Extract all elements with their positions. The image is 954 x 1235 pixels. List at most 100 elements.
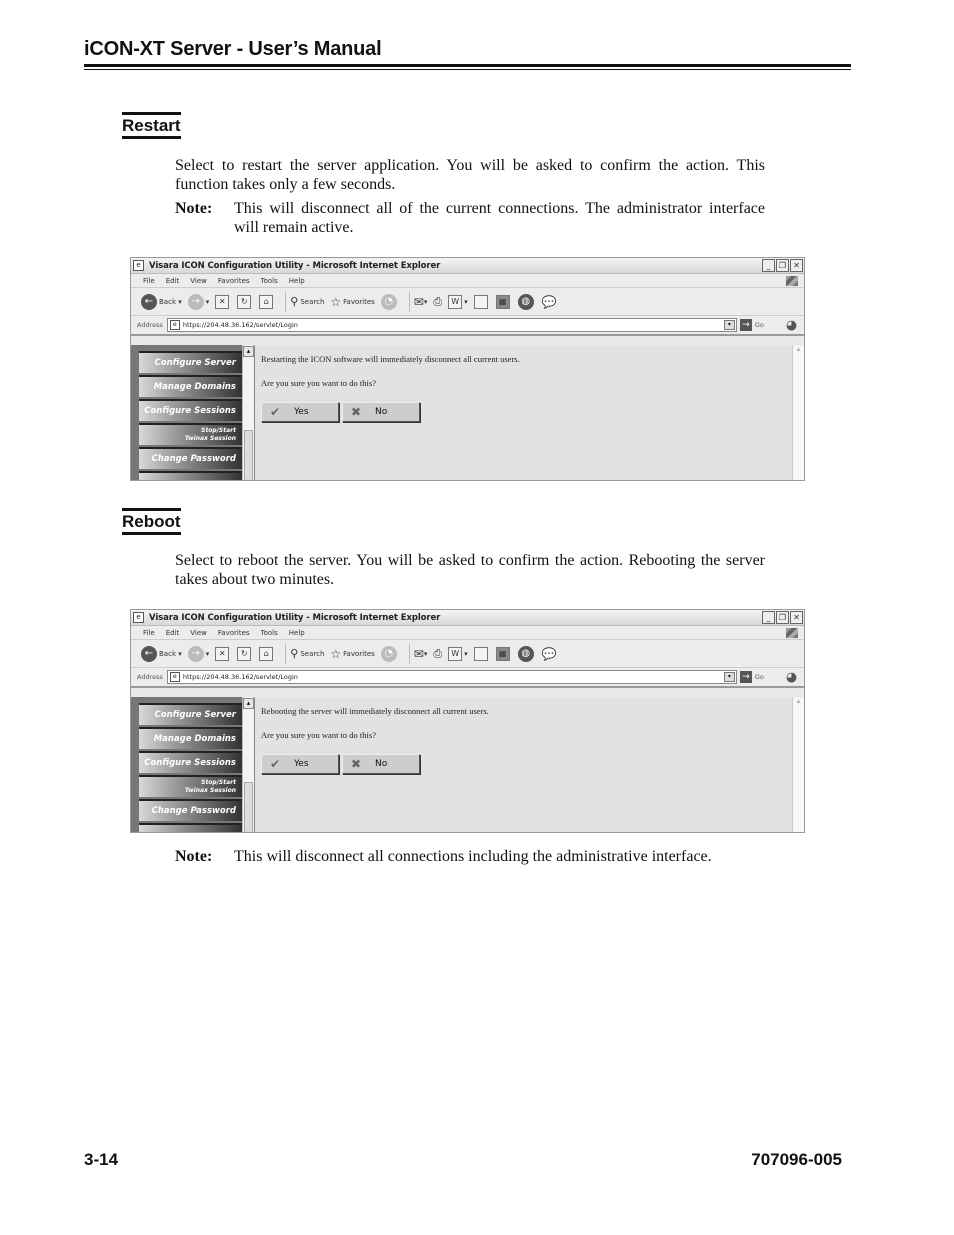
confirm-buttons: ✔ Yes ✖ No xyxy=(261,754,798,774)
mail-button[interactable]: ✉ ▾ xyxy=(414,295,428,309)
go-arrow-icon[interactable]: → xyxy=(739,671,752,683)
note-label: Note: xyxy=(175,200,213,217)
content-scrollbar[interactable]: ▴ xyxy=(792,697,804,832)
discuss-button[interactable] xyxy=(473,646,490,661)
messenger-button[interactable]: ▦ xyxy=(495,646,512,661)
nav-stop-start-twinax[interactable]: Stop/Start Twinax Session xyxy=(139,423,242,445)
nav-manage-domains[interactable]: Manage Domains xyxy=(139,727,242,749)
scroll-thumb[interactable] xyxy=(244,782,253,832)
mail-icon: ✉ xyxy=(413,646,424,661)
confirm-dialog: Restarting the ICON software will immedi… xyxy=(255,345,804,480)
scroll-up-icon[interactable]: ▴ xyxy=(243,346,254,357)
print-button[interactable]: ⎙ xyxy=(433,647,442,661)
globe-button[interactable]: ◍ xyxy=(517,645,536,662)
nav-item-partial[interactable] xyxy=(139,823,242,832)
menu-favorites[interactable]: Favorites xyxy=(218,277,250,285)
menu-view[interactable]: View xyxy=(190,629,207,637)
menu-help[interactable]: Help xyxy=(289,277,305,285)
chat-button[interactable]: 💬 xyxy=(542,295,557,309)
nav-stop-start-twinax[interactable]: Stop/Start Twinax Session xyxy=(139,775,242,797)
ie-logo-icon: ◕ xyxy=(785,669,798,685)
home-button[interactable]: ⌂ xyxy=(259,646,275,661)
note-label: Note: xyxy=(175,848,213,865)
menu-favorites[interactable]: Favorites xyxy=(218,629,250,637)
nav-item-partial[interactable] xyxy=(139,471,242,480)
go-arrow-icon[interactable]: → xyxy=(739,319,752,331)
nav-change-password[interactable]: Change Password xyxy=(139,447,242,469)
minimize-button[interactable]: _ xyxy=(762,259,775,272)
yes-button[interactable]: ✔ Yes xyxy=(261,402,339,422)
nav-change-password[interactable]: Change Password xyxy=(139,799,242,821)
edit-button[interactable]: W ▾ xyxy=(448,294,468,309)
favorites-button[interactable]: ☆ Favorites xyxy=(330,647,374,661)
menu-edit[interactable]: Edit xyxy=(166,277,180,285)
scroll-up-icon[interactable]: ▴ xyxy=(243,698,254,709)
windows-flag-icon xyxy=(786,628,798,638)
back-button[interactable]: ← Back ▾ xyxy=(141,293,182,310)
stop-button[interactable]: ✕ xyxy=(215,646,231,661)
refresh-button[interactable]: ↻ xyxy=(237,646,253,661)
back-button[interactable]: ← Back ▾ xyxy=(141,645,182,662)
search-button[interactable]: ⚲ Search xyxy=(290,647,324,660)
search-button[interactable]: ⚲ Search xyxy=(290,295,324,308)
menu-file[interactable]: File xyxy=(143,277,155,285)
favorites-button[interactable]: ☆ Favorites xyxy=(330,295,374,309)
menu-tools[interactable]: Tools xyxy=(261,277,278,285)
menu-help[interactable]: Help xyxy=(289,629,305,637)
address-input[interactable]: e https://204.48.36.162/servlet/Login ▾ xyxy=(166,318,737,332)
content-scrollbar[interactable]: ▴ xyxy=(792,345,804,480)
map-icon: ▦ xyxy=(495,646,510,661)
scroll-thumb[interactable] xyxy=(244,430,253,480)
ie-page-icon: e xyxy=(133,260,144,271)
no-button[interactable]: ✖ No xyxy=(342,754,420,774)
globe-button[interactable]: ◍ xyxy=(517,293,536,310)
map-icon: ▦ xyxy=(495,294,510,309)
yes-button[interactable]: ✔ Yes xyxy=(261,754,339,774)
confirm-question: Are you sure you want to do this? xyxy=(261,378,376,388)
go-button-label[interactable]: Go xyxy=(755,321,764,329)
chat-button[interactable]: 💬 xyxy=(542,647,557,661)
stop-button[interactable]: ✕ xyxy=(215,294,231,309)
chat-bubble-icon: 💬 xyxy=(541,294,557,309)
home-icon: ⌂ xyxy=(259,294,274,309)
close-button[interactable]: ✕ xyxy=(790,611,803,624)
minimize-button[interactable]: _ xyxy=(762,611,775,624)
home-button[interactable]: ⌂ xyxy=(259,294,275,309)
nav-configure-sessions[interactable]: Configure Sessions xyxy=(139,399,242,421)
scroll-up-icon[interactable]: ▴ xyxy=(793,697,804,705)
confirm-question: Are you sure you want to do this? xyxy=(261,730,376,740)
nav-scrollbar[interactable]: ▴ xyxy=(242,345,255,480)
nav-scrollbar[interactable]: ▴ xyxy=(242,697,255,832)
messenger-button[interactable]: ▦ xyxy=(495,294,512,309)
nav-configure-sessions[interactable]: Configure Sessions xyxy=(139,751,242,773)
address-input[interactable]: e https://204.48.36.162/servlet/Login ▾ xyxy=(166,670,737,684)
forward-button[interactable]: → ▾ xyxy=(187,645,209,662)
document-number: 707096-005 xyxy=(751,1150,842,1169)
forward-button[interactable]: → ▾ xyxy=(187,293,209,310)
menu-view[interactable]: View xyxy=(190,277,207,285)
toolbar-separator xyxy=(285,643,287,664)
nav-configure-server[interactable]: Configure Server xyxy=(139,351,242,373)
restart-browser-screenshot: e Visara ICON Configuration Utility - Mi… xyxy=(130,257,805,481)
menu-edit[interactable]: Edit xyxy=(166,629,180,637)
mail-button[interactable]: ✉ ▾ xyxy=(414,647,428,661)
history-button[interactable]: ◔ xyxy=(380,293,399,310)
menu-tools[interactable]: Tools xyxy=(261,629,278,637)
discuss-button[interactable] xyxy=(473,294,490,309)
refresh-button[interactable]: ↻ xyxy=(237,294,253,309)
go-button-label[interactable]: Go xyxy=(755,673,764,681)
chevron-down-icon[interactable]: ▾ xyxy=(723,320,735,330)
menu-file[interactable]: File xyxy=(143,629,155,637)
restore-button[interactable]: ❐ xyxy=(776,259,789,272)
nav-manage-domains[interactable]: Manage Domains xyxy=(139,375,242,397)
nav-configure-server[interactable]: Configure Server xyxy=(139,703,242,725)
print-button[interactable]: ⎙ xyxy=(433,295,442,309)
close-button[interactable]: ✕ xyxy=(790,259,803,272)
chevron-down-icon[interactable]: ▾ xyxy=(723,672,735,682)
no-button[interactable]: ✖ No xyxy=(342,402,420,422)
restore-button[interactable]: ❐ xyxy=(776,611,789,624)
history-button[interactable]: ◔ xyxy=(380,645,399,662)
chat-bubble-icon: 💬 xyxy=(541,646,557,661)
scroll-up-icon[interactable]: ▴ xyxy=(793,345,804,353)
edit-button[interactable]: W ▾ xyxy=(448,646,468,661)
